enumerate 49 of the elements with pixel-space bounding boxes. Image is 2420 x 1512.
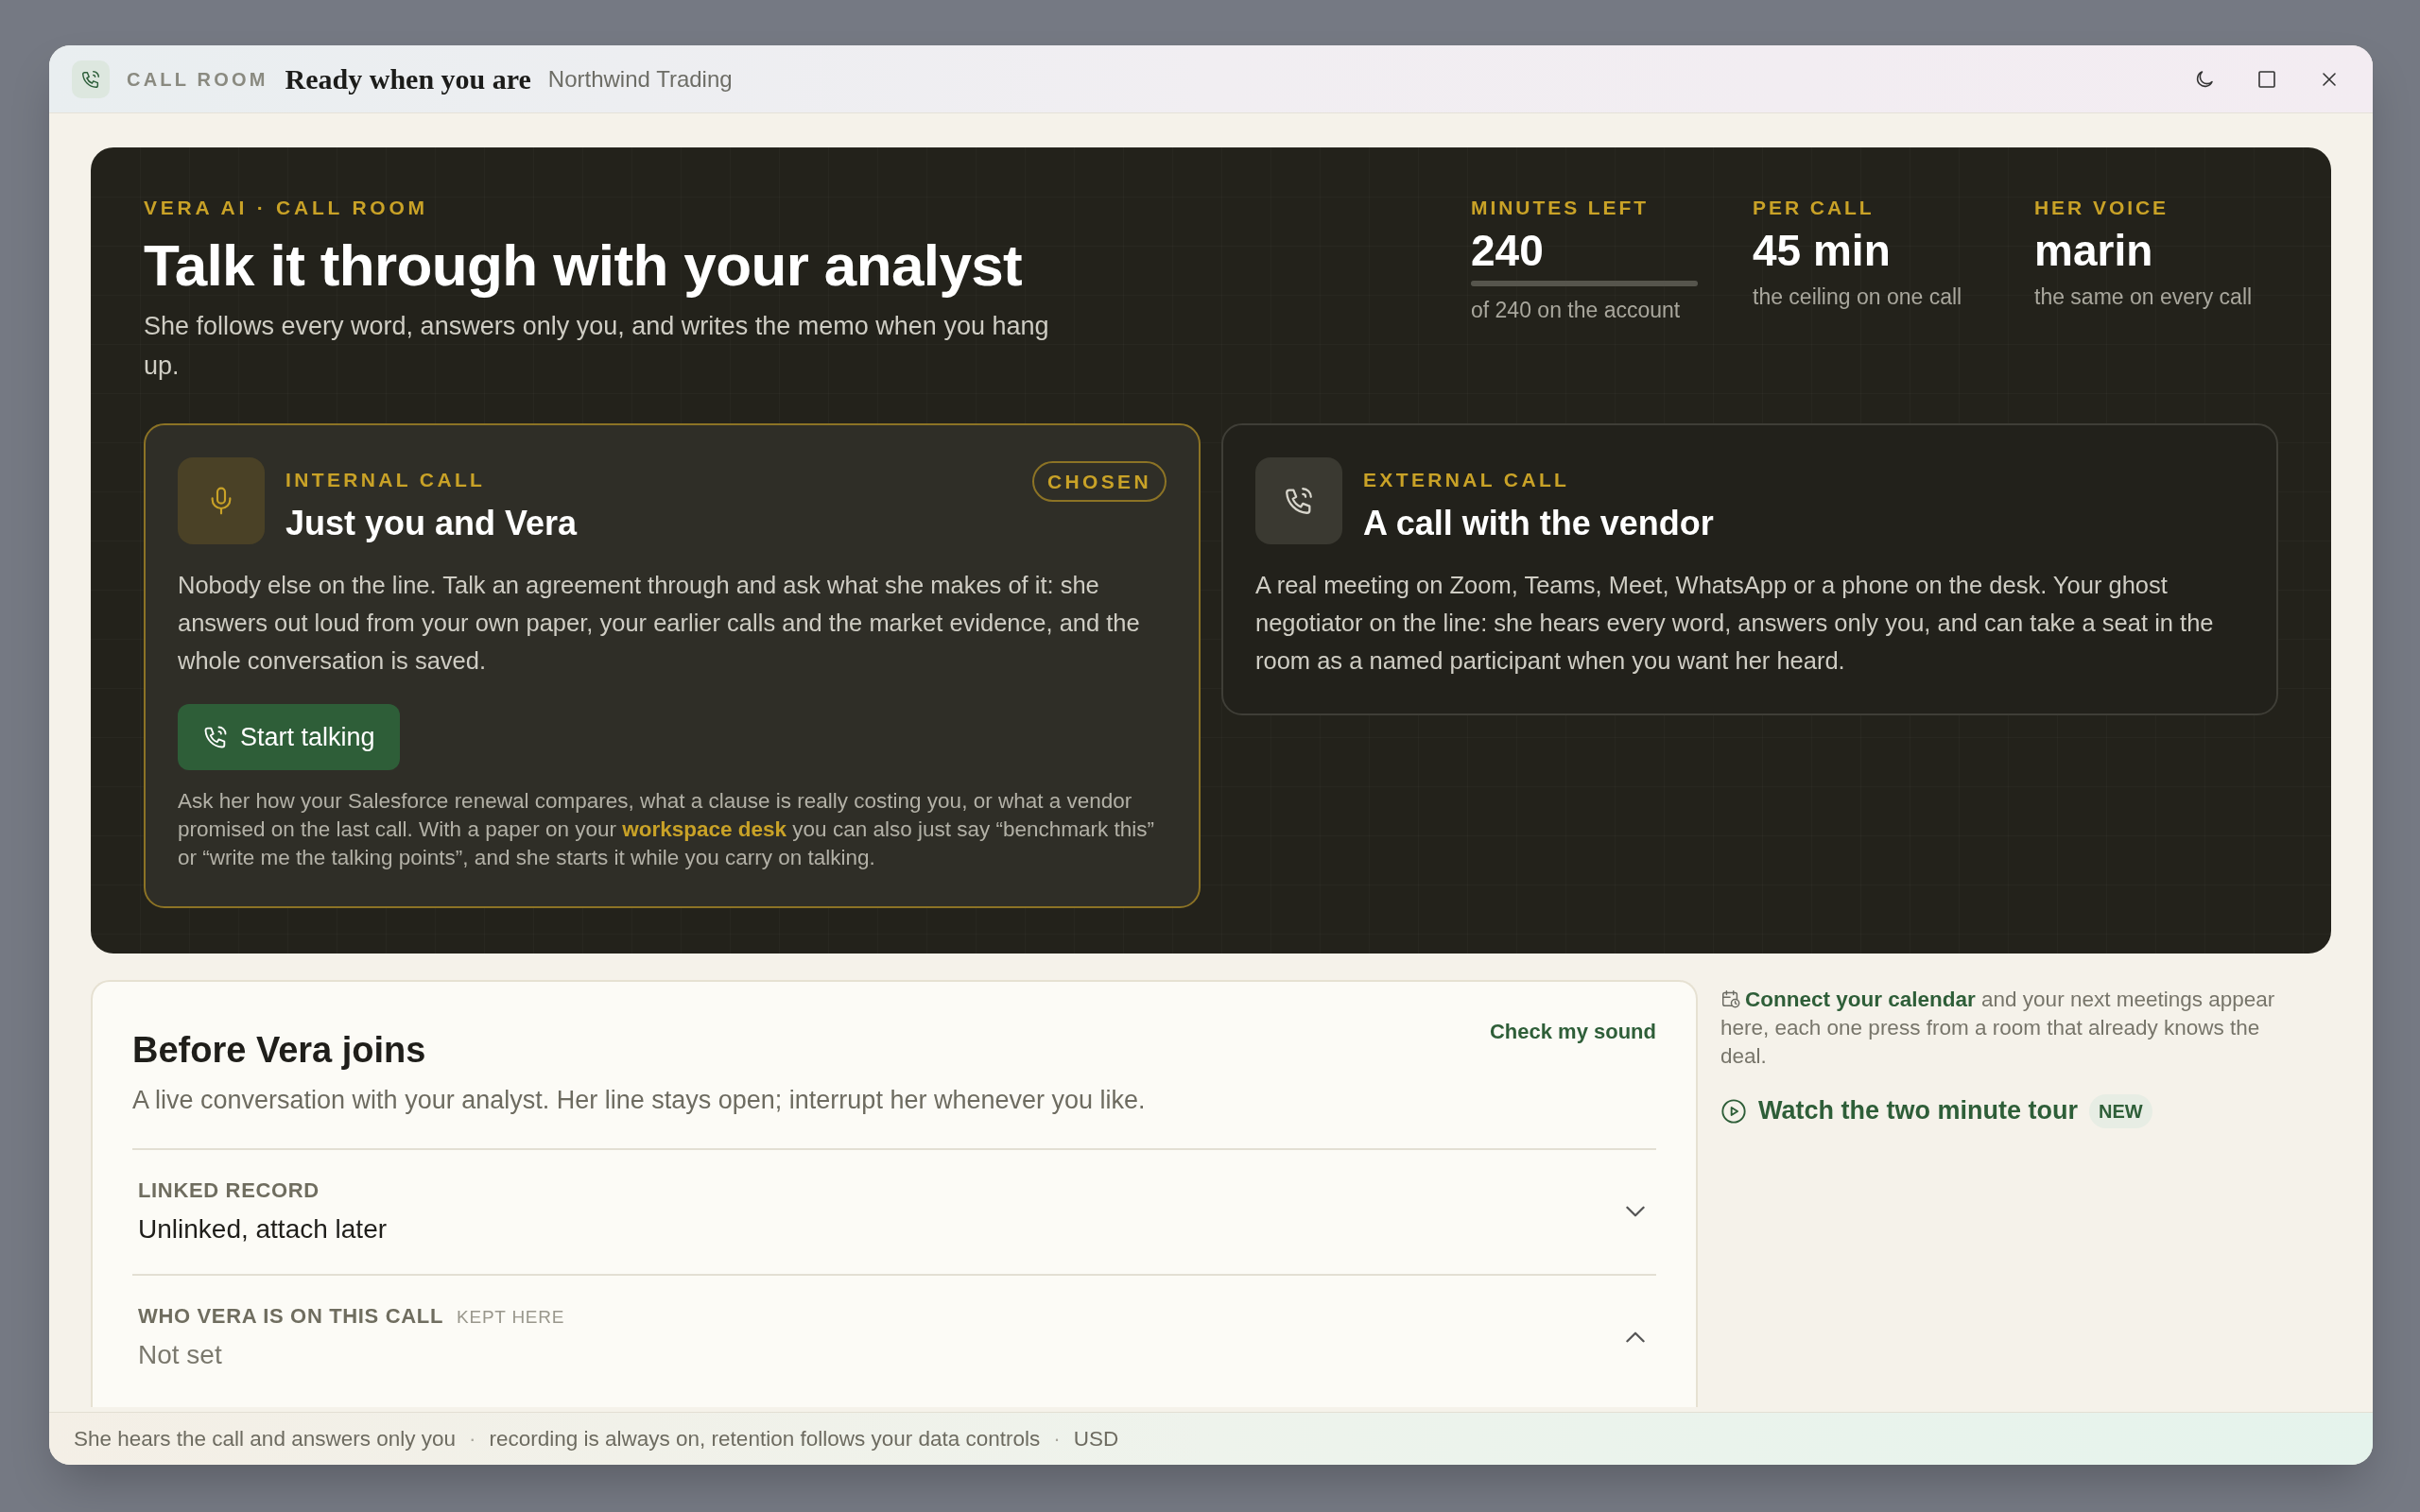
hero-title: Talk it through with your analyst	[144, 231, 1024, 300]
separator-dot: ·	[1053, 1425, 1061, 1452]
calendar-text: Connect your calendar and your next meetings appear here, each one press from a room that already knows the deal.	[1720, 987, 2276, 1071]
card-description: Nobody else on the line. Talk an agreement through and ask what she makes of it: she answers out loud from your own paper, your earlier calls and the market evidence, and the whole conversation is saved.	[178, 571, 1141, 677]
status-text: recording is always on, retention follows your data controls	[489, 1425, 1041, 1452]
setup-row[interactable]: WHO VERA IS ON THIS CALL KEPT HERE Not set	[132, 1273, 1656, 1375]
stat-value: 240	[1471, 224, 1545, 277]
window-title: Ready when you are	[285, 62, 531, 96]
watch-tour-link[interactable]: Watch the two minute tour	[1720, 1091, 2078, 1130]
calendar-icon	[1720, 988, 1741, 1010]
status-text: USD	[1073, 1425, 1119, 1452]
field-value: Not set	[138, 1338, 223, 1371]
card-eyebrow: INTERNAL CALL	[285, 467, 487, 492]
card-eyebrow: EXTERNAL CALL	[1363, 467, 1571, 492]
stat-label: PER CALL	[1753, 196, 1876, 220]
stat-value: 45 min	[1753, 224, 1892, 277]
hero-eyebrow: VERA AI · CALL ROOM	[144, 196, 429, 220]
stat-value: marin	[2034, 224, 2154, 277]
status-text: She hears the call and answers only you	[74, 1425, 456, 1452]
hint-text: Ask her how your Salesforce renewal compares, what a clause is really costing you, or what a vendor promised on the last call. With a paper on your workspace desk you can also just say “benchmark this” or “write me the talking points”, and she starts it while you carry on talking.	[178, 788, 1156, 872]
field-value: Unlinked, attach later	[138, 1212, 389, 1246]
field-label: LINKED RECORD	[138, 1177, 320, 1204]
hero-subtitle: She follows every word, answers only you, and writes the memo when you hang up.	[144, 310, 1050, 382]
stat-note: of 240 on the account	[1471, 297, 1682, 325]
setup-title: Before Vera joins	[132, 1029, 426, 1073]
chosen-badge: CHOSEN	[1032, 460, 1167, 503]
field-label: WHO VERA IS ON THIS CALL	[138, 1302, 444, 1330]
window-subtitle: Northwind Trading	[547, 64, 733, 94]
workspace-desk-link[interactable]: workspace desk	[622, 817, 787, 842]
new-badge: NEW	[2089, 1093, 2152, 1128]
card-description: A real meeting on Zoom, Teams, Meet, WhatsApp or a phone on the desk. Your ghost negotiator on the line: she hears every word, answers only you, and can take a seat in the room as a named participant when you want her heard.	[1255, 571, 2215, 677]
setup-subtitle: A live conversation with your analyst. Her line stays open; interrupt her whenever you like.	[132, 1085, 1147, 1117]
stat-label: MINUTES LEFT	[1471, 196, 1651, 220]
check-sound-link[interactable]: Check my sound	[1489, 1016, 1656, 1048]
phone-icon	[80, 68, 101, 90]
stat-note: the ceiling on one call	[1753, 284, 1963, 312]
card-title: Just you and Vera	[285, 503, 579, 545]
connect-calendar-link[interactable]: Connect your calendar	[1745, 988, 1976, 1012]
card-title: A call with the vendor	[1363, 503, 1715, 545]
play-icon	[1720, 1097, 1747, 1125]
setup-row[interactable]: LINKED RECORD Unlinked, attach later	[132, 1147, 1656, 1274]
field-tag: KEPT HERE	[457, 1303, 565, 1332]
window-eyebrow: CALL ROOM	[127, 67, 268, 92]
stat-label: HER VOICE	[2034, 196, 2169, 220]
start-talking-button[interactable]: Start talking	[178, 704, 400, 771]
internal-call-card[interactable]	[144, 422, 1201, 909]
stat-note: the same on every call	[2034, 284, 2254, 312]
external-call-card[interactable]	[1221, 422, 2278, 716]
separator-dot: ·	[469, 1425, 476, 1452]
